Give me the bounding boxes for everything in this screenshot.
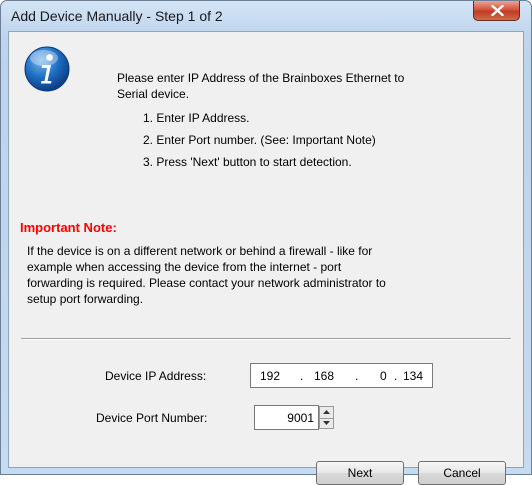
intro-line-2: Serial device. — [117, 87, 190, 101]
step-1: 1. Enter IP Address. — [143, 111, 250, 125]
step-3: 3. Press 'Next' button to start detectio… — [143, 155, 352, 169]
note-line: If the device is on a different network … — [27, 244, 373, 258]
cancel-button[interactable]: Cancel — [418, 461, 506, 485]
intro-line-1: Please enter IP Address of the Brainboxe… — [117, 71, 405, 85]
port-number-value: 9001 — [287, 411, 314, 425]
port-spinner[interactable] — [319, 406, 334, 429]
dialog-window: Add Device Manually - Step 1 of 2 Please… — [0, 0, 532, 485]
ip-octet-4[interactable]: 134 — [403, 369, 423, 383]
note-line: forwarding is required. Please contact y… — [27, 276, 386, 290]
ip-address-input[interactable]: 192 . 168 . 0 . 134 — [250, 363, 433, 388]
important-note-heading: Important Note: — [20, 220, 117, 235]
step-2: 2. Enter Port number. (See: Important No… — [143, 133, 376, 147]
next-button[interactable]: Next — [316, 461, 404, 485]
note-line: setup port forwarding. — [27, 292, 144, 306]
spin-down-button[interactable] — [320, 418, 333, 429]
ip-separator: . — [300, 369, 304, 383]
ip-separator: . — [355, 369, 359, 383]
important-note-body: If the device is on a different network … — [27, 243, 467, 307]
port-number-label: Device Port Number: — [96, 411, 208, 425]
ip-separator: . — [394, 369, 398, 383]
ip-octet-1[interactable]: 192 — [260, 369, 280, 383]
divider — [21, 338, 511, 340]
spin-up-arrow-icon — [323, 410, 330, 414]
ip-address-label: Device IP Address: — [105, 369, 207, 383]
port-number-input[interactable]: 9001 — [254, 405, 319, 430]
ip-octet-3[interactable]: 0 — [380, 369, 387, 383]
information-icon — [24, 46, 70, 92]
note-line: example when accessing the device from t… — [27, 260, 342, 274]
spin-down-arrow-icon — [323, 421, 330, 425]
ip-octet-2[interactable]: 168 — [314, 369, 334, 383]
close-button[interactable] — [473, 1, 520, 21]
intro-text: Please enter IP Address of the Brainboxe… — [117, 70, 404, 102]
dialog-body: Please enter IP Address of the Brainboxe… — [8, 31, 524, 485]
window-title: Add Device Manually - Step 1 of 2 — [11, 8, 223, 24]
title-bar[interactable]: Add Device Manually - Step 1 of 2 — [1, 1, 531, 31]
close-icon — [491, 5, 504, 16]
